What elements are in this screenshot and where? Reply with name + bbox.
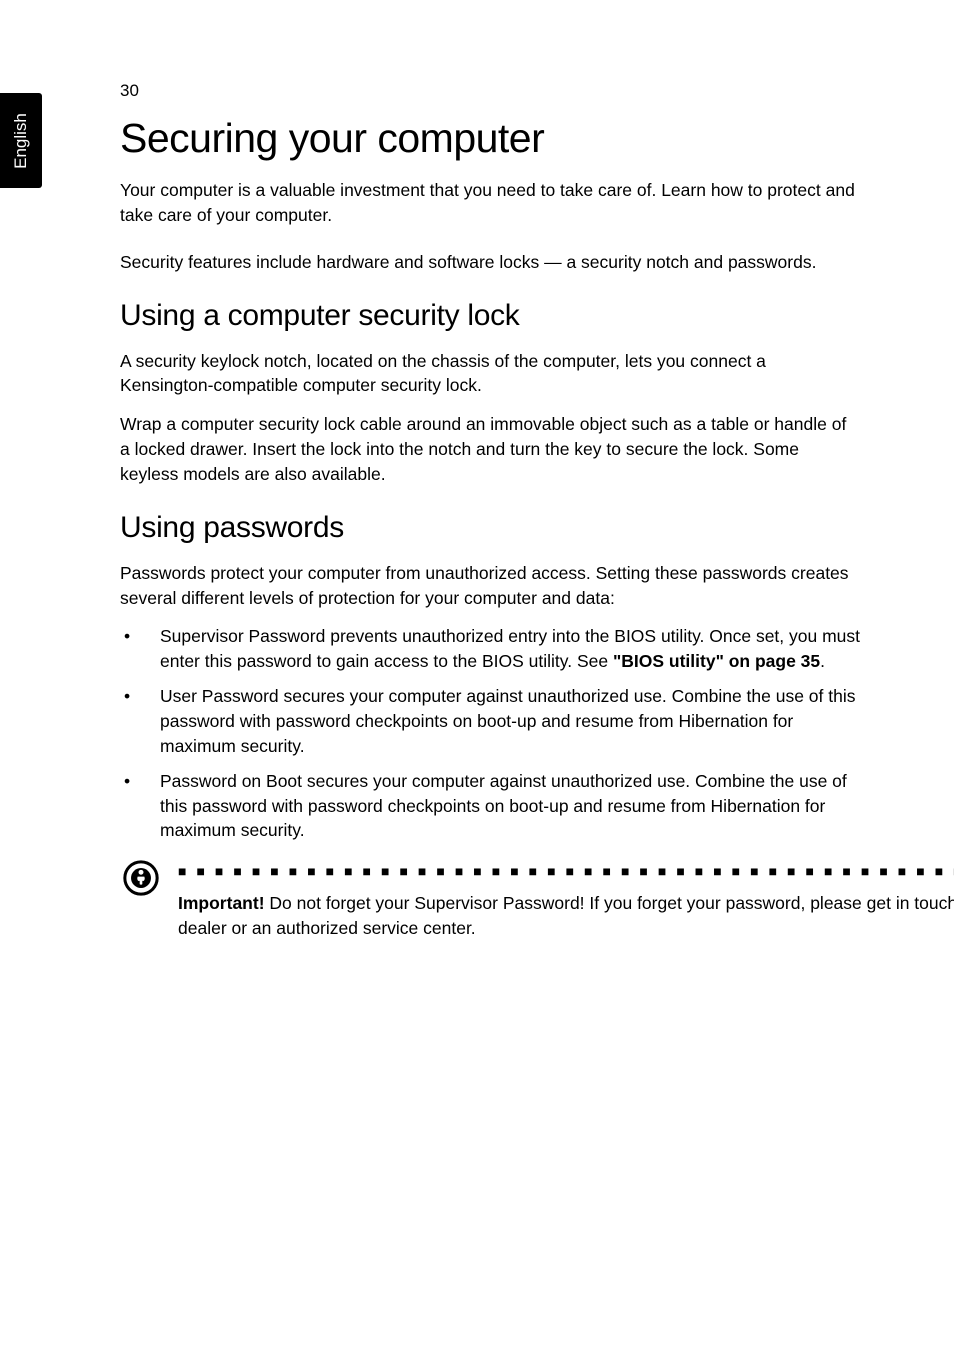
password-list: Supervisor Password prevents unauthorize… bbox=[120, 624, 860, 843]
list-item: Supervisor Password prevents unauthorize… bbox=[120, 624, 860, 674]
note-text: Important! Do not forget your Supervisor… bbox=[178, 891, 954, 941]
list-item: User Password secures your computer agai… bbox=[120, 684, 860, 759]
page-content: Securing your computer Your computer is … bbox=[120, 115, 860, 941]
cross-reference-link[interactable]: "BIOS utility" on page 35 bbox=[613, 651, 820, 671]
page-number: 30 bbox=[120, 81, 139, 101]
important-icon bbox=[122, 859, 160, 897]
language-label: English bbox=[11, 113, 31, 169]
security-lock-paragraph-1: A security keylock notch, located on the… bbox=[120, 349, 860, 399]
passwords-intro: Passwords protect your computer from una… bbox=[120, 561, 860, 611]
intro-paragraph-1: Your computer is a valuable investment t… bbox=[120, 178, 860, 228]
important-note-block: ■■■■■■■■■■■■■■■■■■■■■■■■■■■■■■■■■■■■■■■■… bbox=[120, 863, 860, 941]
note-label: Important! bbox=[178, 893, 265, 913]
dotted-divider: ■■■■■■■■■■■■■■■■■■■■■■■■■■■■■■■■■■■■■■■■… bbox=[178, 863, 954, 881]
language-side-tab: English bbox=[0, 93, 42, 188]
intro-paragraph-2: Security features include hardware and s… bbox=[120, 250, 860, 275]
list-item: Password on Boot secures your computer a… bbox=[120, 769, 860, 844]
note-content: ■■■■■■■■■■■■■■■■■■■■■■■■■■■■■■■■■■■■■■■■… bbox=[178, 863, 954, 941]
note-body: Do not forget your Supervisor Password! … bbox=[178, 893, 954, 938]
heading-security-lock: Using a computer security lock bbox=[120, 299, 860, 333]
list-item-text-c: . bbox=[820, 651, 825, 671]
security-lock-paragraph-2: Wrap a computer security lock cable arou… bbox=[120, 412, 860, 487]
heading-main: Securing your computer bbox=[120, 115, 860, 162]
heading-passwords: Using passwords bbox=[120, 511, 860, 545]
